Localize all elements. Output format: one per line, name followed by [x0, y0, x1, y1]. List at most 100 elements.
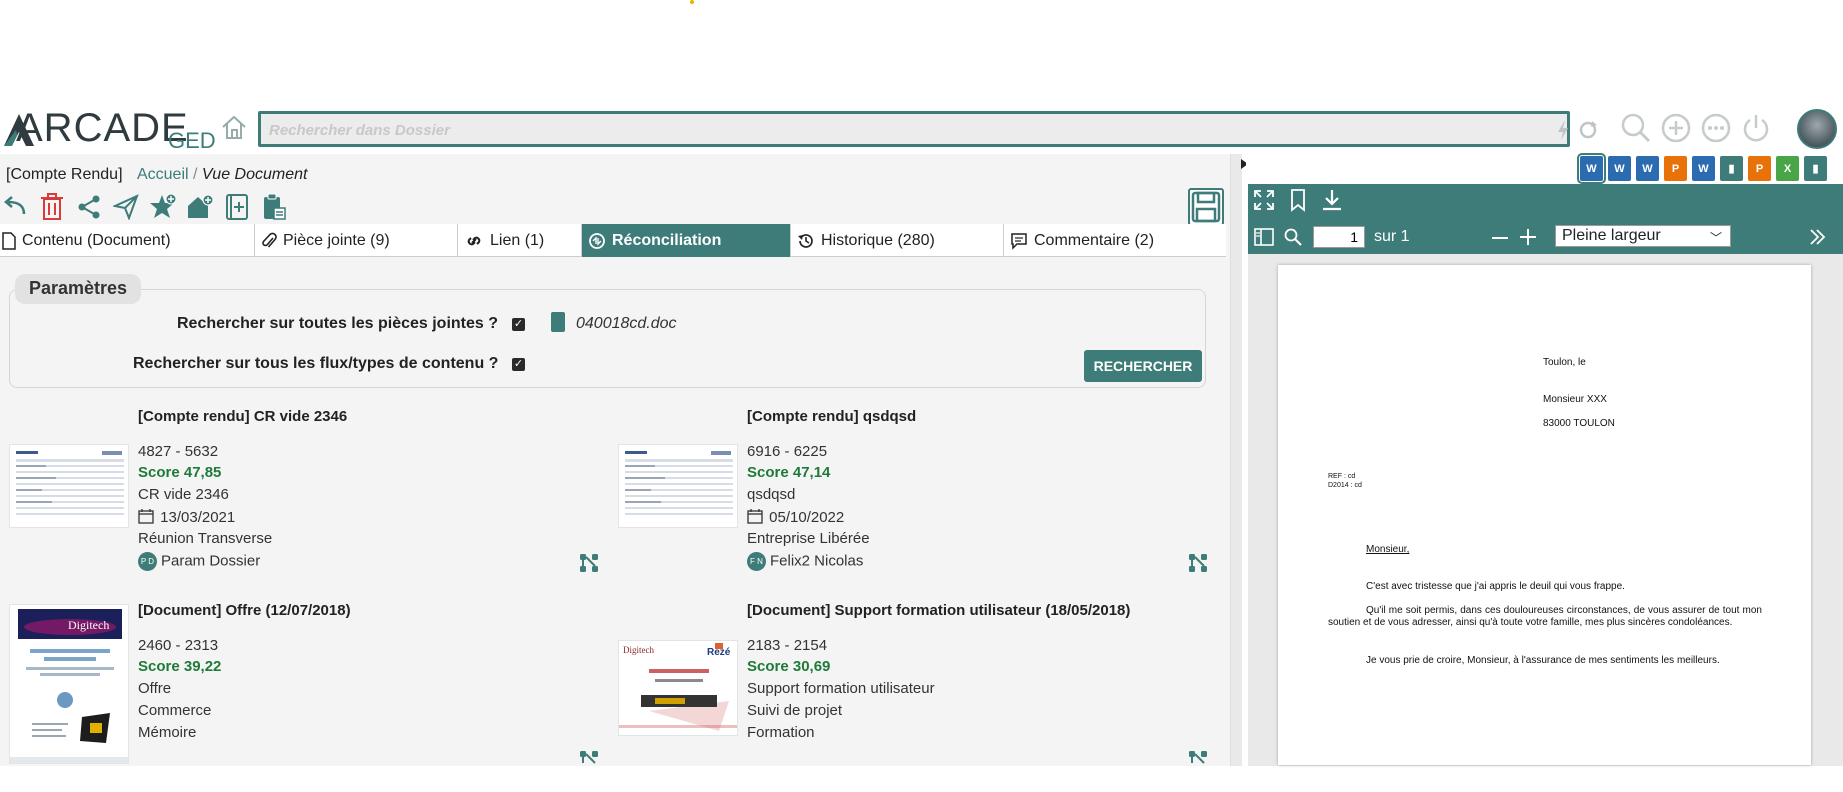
- attachment-icons: W W W P W ▮ P X ▮: [1577, 153, 1827, 184]
- excel-file-icon[interactable]: X: [1776, 156, 1799, 181]
- power-icon[interactable]: [1738, 110, 1774, 146]
- document-thumbnail[interactable]: [618, 444, 738, 528]
- workflow-icon[interactable]: [579, 553, 599, 573]
- home-add-icon[interactable]: [185, 190, 215, 224]
- download-icon[interactable]: [1320, 188, 1344, 212]
- share-icon[interactable]: [74, 190, 104, 224]
- powerpoint-file-icon[interactable]: P: [1664, 156, 1687, 181]
- owner-initials: P D: [138, 552, 157, 571]
- card-title[interactable]: [Compte rendu] qsdqsd: [747, 408, 916, 425]
- top-bar: ARCADE GED: [0, 104, 1843, 154]
- doc-addressee: Monsieur XXX: [1543, 394, 1607, 405]
- file-icon: [551, 312, 565, 332]
- zoom-select[interactable]: Pleine largeur ﹀: [1555, 225, 1731, 247]
- delete-icon[interactable]: [37, 190, 67, 224]
- generic-file-icon[interactable]: ▮: [1720, 156, 1743, 181]
- workflow-icon[interactable]: [1188, 553, 1208, 573]
- tab-label: Historique (280): [821, 231, 935, 249]
- bolt-icon[interactable]: [1555, 118, 1571, 142]
- document-thumbnail[interactable]: Digitech Rezé: [618, 640, 738, 736]
- param-q1-checkbox[interactable]: ✓: [512, 318, 525, 331]
- tab-historique[interactable]: Historique (280): [791, 224, 1004, 257]
- add-icon[interactable]: [1658, 110, 1694, 146]
- card-name: CR vide 2346: [138, 486, 229, 503]
- favorite-add-icon[interactable]: [148, 190, 178, 224]
- link-icon: [467, 236, 481, 245]
- search-button[interactable]: RECHERCHER: [1084, 350, 1202, 382]
- result-card[interactable]: [Compte rendu] CR vide 2346 4827 - 5632 …: [9, 408, 609, 598]
- sync-icon[interactable]: [1577, 119, 1599, 141]
- pane-resize-handle[interactable]: [1230, 154, 1242, 766]
- clipboard-icon[interactable]: [259, 190, 289, 224]
- sidebar-toggle-icon[interactable]: [1254, 228, 1274, 246]
- back-icon[interactable]: [0, 190, 30, 224]
- zoom-in-icon[interactable]: [1520, 229, 1536, 245]
- card-owner: F N Felix2 Nicolas: [747, 552, 863, 571]
- card-range: 6916 - 6225: [747, 443, 828, 460]
- paperclip-icon: [262, 232, 277, 248]
- card-domain: Commerce: [138, 702, 212, 719]
- card-name: Offre: [138, 680, 172, 697]
- viewer-toolbar: sur 1 Pleine largeur ﹀: [1248, 222, 1843, 252]
- svg-text:Digitech: Digitech: [68, 618, 109, 632]
- card-range: 2183 - 2154: [747, 637, 828, 654]
- word-file-icon[interactable]: W: [1636, 156, 1659, 181]
- add-entry-icon[interactable]: [222, 190, 252, 224]
- search-bar: [258, 111, 1597, 147]
- search-icon[interactable]: [1618, 110, 1654, 146]
- card-domain: Suivi de projet: [747, 702, 843, 719]
- doc-address: 83000 TOULON: [1543, 418, 1615, 429]
- save-icon[interactable]: [1188, 188, 1224, 226]
- workflow-icon[interactable]: [1188, 750, 1208, 770]
- word-file-icon[interactable]: W: [1692, 156, 1715, 181]
- page-number-input[interactable]: [1313, 226, 1365, 248]
- params-title: Paramètres: [15, 274, 142, 304]
- tab-piece-jointe[interactable]: Pièce jointe (9): [255, 224, 458, 257]
- breadcrumb-home-link[interactable]: Accueil: [137, 166, 189, 183]
- tab-commentaire[interactable]: Commentaire (2): [1004, 224, 1226, 257]
- doc-paragraph: Qu'il me soit permis, dans ces douloureu…: [1328, 605, 1762, 628]
- more-icon[interactable]: [1698, 110, 1734, 146]
- word-file-icon[interactable]: W: [1577, 153, 1606, 184]
- card-owner: P D Param Dossier: [138, 552, 260, 571]
- param-q2-checkbox[interactable]: ✓: [512, 358, 525, 371]
- param-q2-label: Rechercher sur tous les flux/types de co…: [133, 355, 499, 372]
- card-title[interactable]: [Document] Support formation utilisateur…: [747, 602, 1130, 619]
- result-card[interactable]: [Compte rendu] qsdqsd 6916 - 6225 Score …: [618, 408, 1218, 598]
- card-date: 05/10/2022: [747, 508, 844, 526]
- tab-lien[interactable]: Lien (1): [458, 224, 582, 257]
- arcade-ged-logo[interactable]: ARCADE GED: [2, 106, 216, 153]
- logo-subtext: GED: [168, 128, 216, 153]
- card-title[interactable]: [Document] Offre (12/07/2018): [138, 602, 351, 619]
- tab-bar: Contenu (Document) Pièce jointe (9) Lien…: [0, 224, 1226, 257]
- card-score: Score 47,85: [138, 464, 222, 481]
- avatar[interactable]: [1797, 109, 1837, 149]
- search-input[interactable]: [269, 118, 1469, 142]
- card-title[interactable]: [Compte rendu] CR vide 2346: [138, 408, 347, 425]
- document-thumbnail[interactable]: [9, 444, 129, 528]
- owner-name: Felix2 Nicolas: [770, 552, 864, 570]
- powerpoint-file-icon[interactable]: P: [1748, 156, 1771, 181]
- tab-reconciliation[interactable]: Réconciliation: [582, 224, 791, 257]
- zoom-out-icon[interactable]: [1492, 236, 1508, 240]
- bookmark-icon[interactable]: [1286, 188, 1310, 212]
- result-card[interactable]: Digitech [Document] Offre (12/07/2018) 2…: [9, 602, 609, 792]
- workflow-icon[interactable]: [579, 750, 599, 770]
- card-category: Réunion Transverse: [138, 530, 273, 547]
- tab-label: Réconciliation: [612, 231, 722, 249]
- double-chevron-right-icon[interactable]: [1808, 228, 1826, 246]
- reference-file-name[interactable]: 040018cd.doc: [576, 315, 677, 333]
- home-icon[interactable]: [219, 112, 249, 142]
- calendar-icon: [747, 509, 763, 524]
- preview-pane: W W W P W ▮ P X ▮ sur 1 Pleine largeur ﹀: [1246, 153, 1843, 766]
- calendar-icon: [138, 509, 154, 524]
- fullscreen-icon[interactable]: [1252, 188, 1276, 212]
- viewer-search-icon[interactable]: [1284, 228, 1302, 246]
- send-icon[interactable]: [111, 190, 141, 224]
- word-file-icon[interactable]: W: [1608, 156, 1631, 181]
- document-thumbnail[interactable]: Digitech: [9, 604, 129, 764]
- tab-contenu[interactable]: Contenu (Document): [0, 224, 255, 257]
- result-card[interactable]: Digitech Rezé [Document] Support formati…: [618, 602, 1218, 792]
- generic-file-icon[interactable]: ▮: [1804, 156, 1827, 181]
- card-range: 4827 - 5632: [138, 443, 219, 460]
